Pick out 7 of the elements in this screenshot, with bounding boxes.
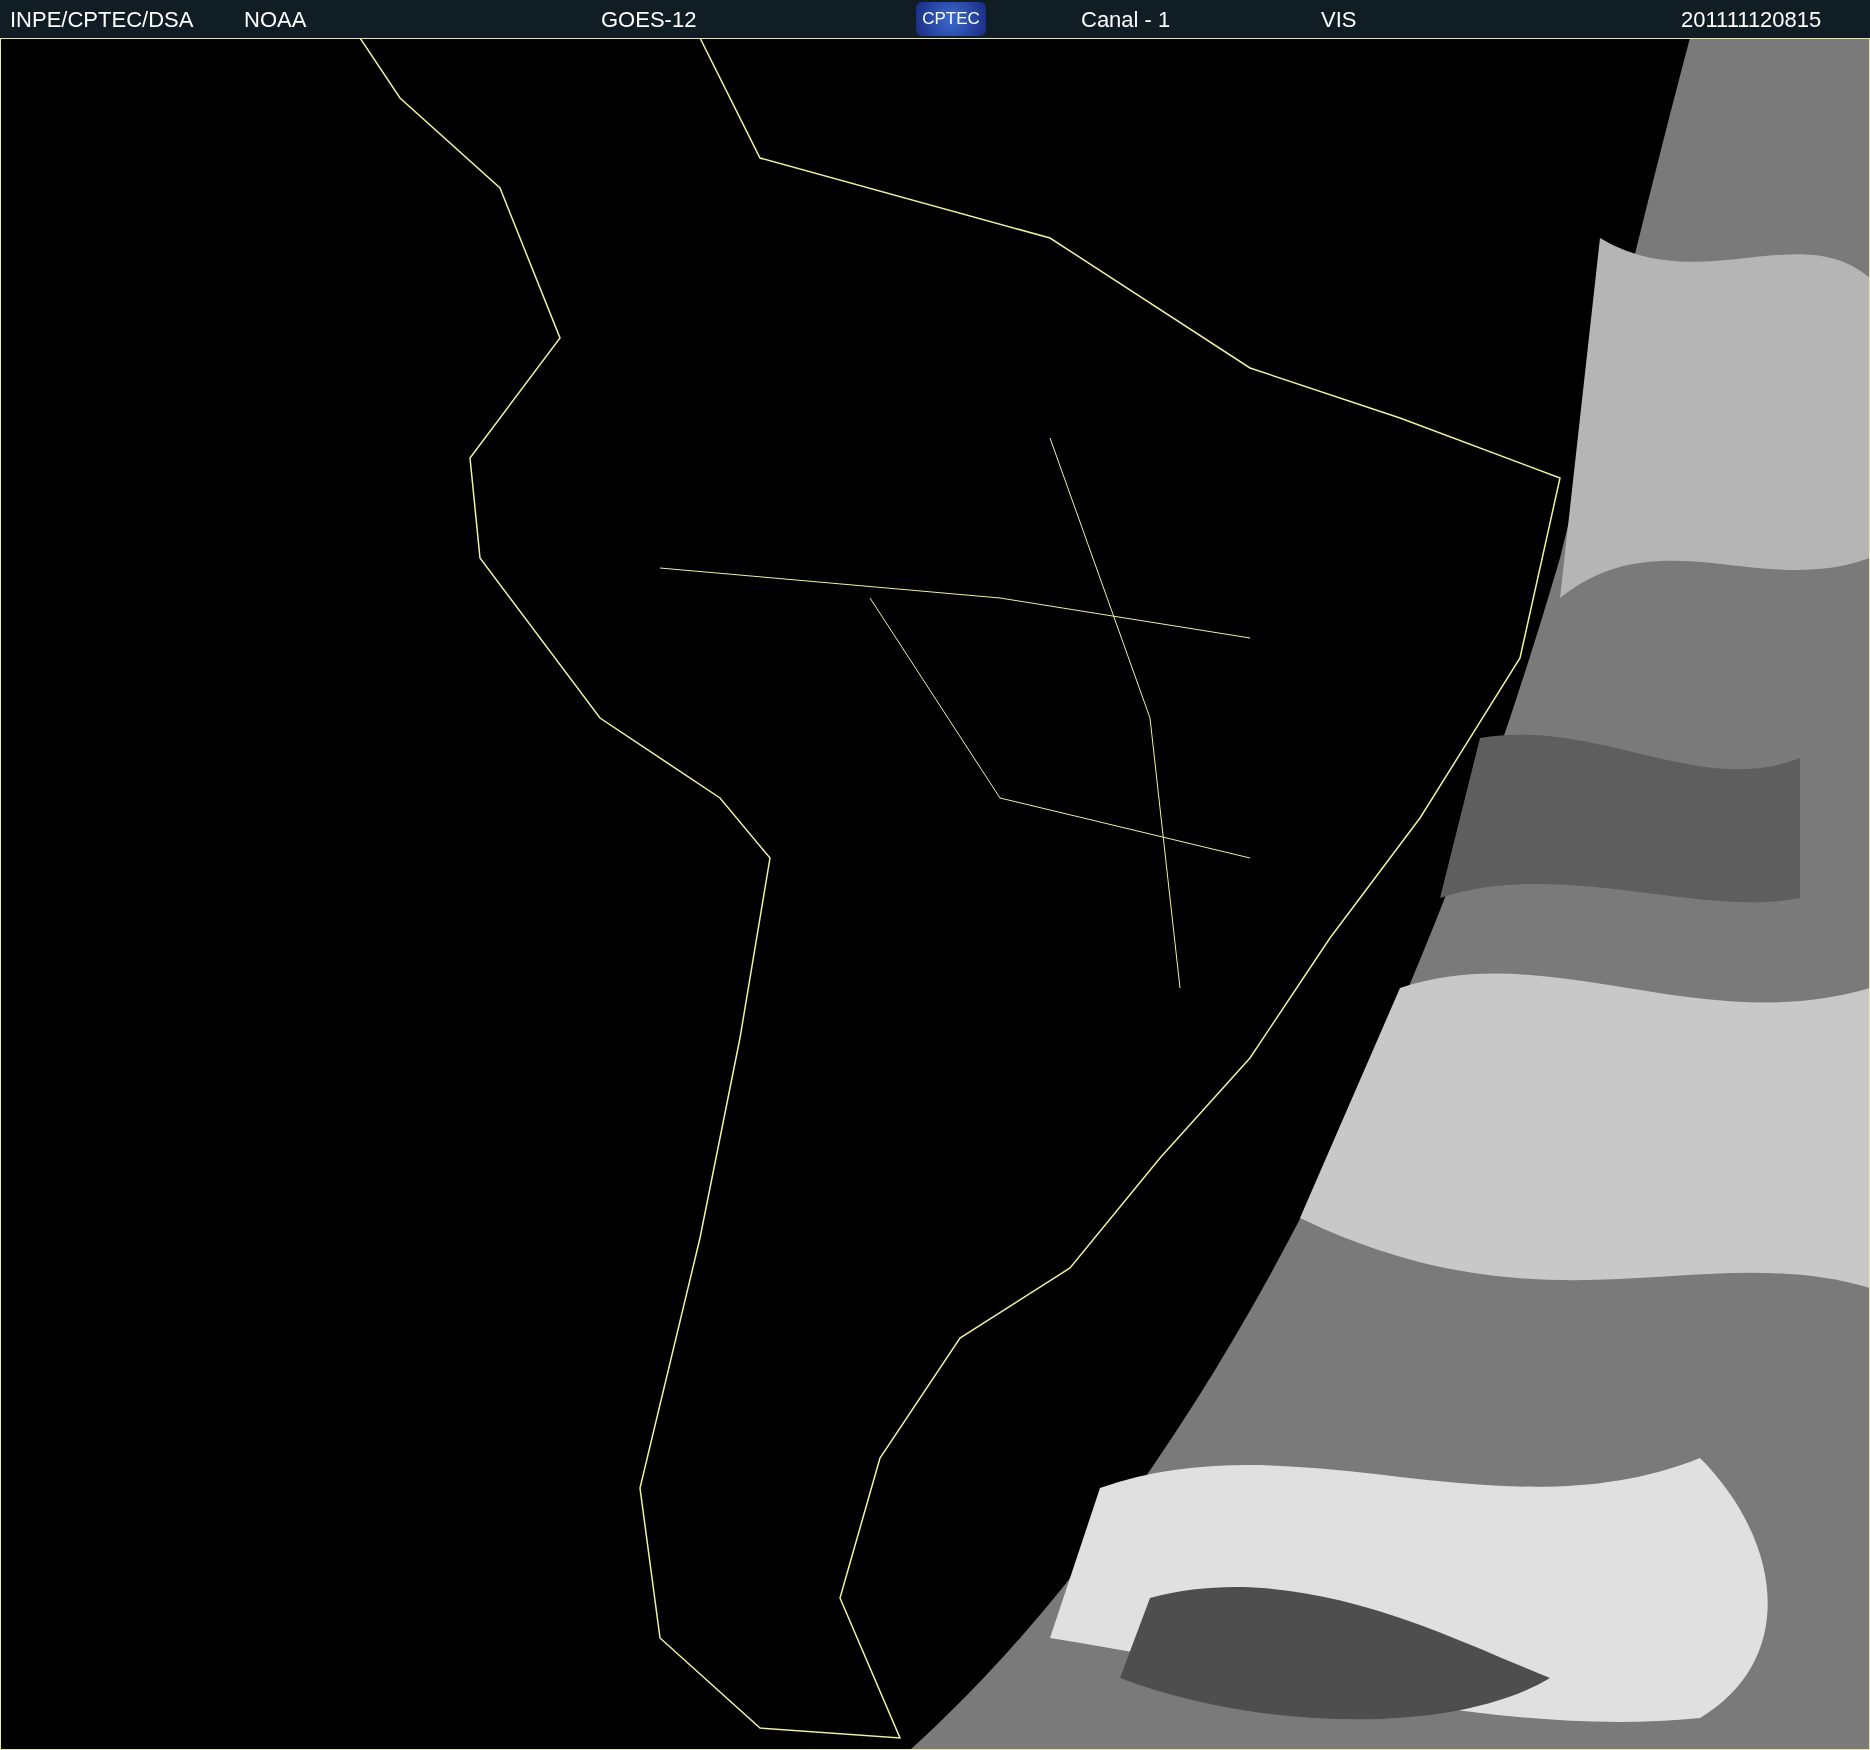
agency-label: NOAA [244,5,308,34]
satellite-label: GOES-12 [601,5,698,34]
timestamp-label: 201111120815 [1681,5,1822,34]
logo: CPTEC [916,2,986,36]
channel-label: Canal - 1 [1081,5,1172,34]
source-label: INPE/CPTEC/DSA [10,5,195,34]
band-label: VIS [1321,5,1358,34]
